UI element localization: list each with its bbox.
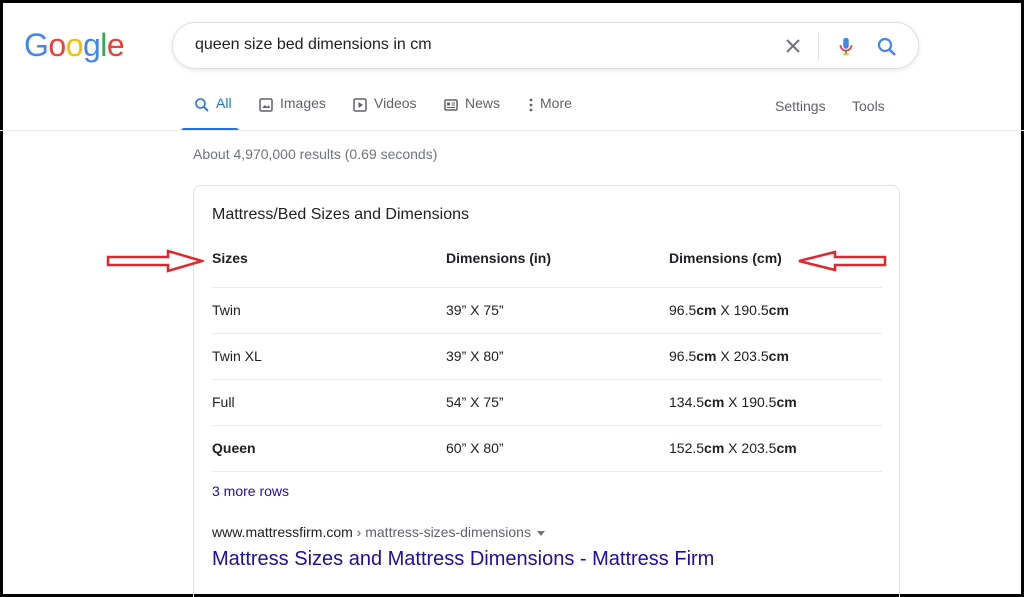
image-icon: [259, 98, 273, 112]
result-path: › mattress-sizes-dimensions: [352, 524, 531, 540]
inches-cell: 60” X 80”: [446, 440, 504, 456]
cm-cell: 96.5cm X 203.5cm: [669, 348, 789, 364]
annotation-arrow-left-icon: [798, 250, 887, 272]
cm-cell: 134.5cm X 190.5cm: [669, 394, 797, 410]
size-cell: Twin: [212, 302, 241, 318]
annotation-arrow-right-icon: [106, 249, 204, 273]
logo-letter: g: [82, 27, 101, 63]
result-url[interactable]: www.mattressfirm.com › mattress-sizes-di…: [212, 524, 545, 540]
header-divider: [0, 130, 1024, 131]
search-icon: [195, 98, 209, 112]
more-vert-icon: [529, 98, 533, 112]
tab-news[interactable]: News: [443, 95, 500, 131]
result-title-link[interactable]: Mattress Sizes and Mattress Dimensions -…: [212, 548, 714, 571]
google-logo[interactable]: Google: [24, 27, 125, 64]
result-stats: About 4,970,000 results (0.69 seconds): [193, 146, 438, 162]
more-rows-link[interactable]: 3 more rows: [212, 483, 289, 499]
table-header-row: Sizes Dimensions (in) Dimensions (cm): [212, 242, 882, 288]
tab-label: All: [216, 95, 232, 111]
inches-cell: 54” X 75”: [446, 394, 504, 410]
logo-letter: o: [65, 27, 84, 63]
search-input[interactable]: queen size bed dimensions in cm: [195, 36, 432, 54]
clear-icon[interactable]: [781, 34, 805, 58]
logo-letter: e: [106, 27, 125, 63]
tab-images[interactable]: Images: [258, 95, 326, 131]
video-icon: [353, 98, 367, 112]
featured-snippet: Mattress/Bed Sizes and Dimensions Sizes …: [193, 185, 900, 597]
cm-cell: 152.5cm X 203.5cm: [669, 440, 797, 456]
tab-label: Images: [280, 95, 326, 111]
inches-cell: 39” X 80”: [446, 348, 504, 364]
search-divider: [818, 33, 819, 61]
snippet-title: Mattress/Bed Sizes and Dimensions: [212, 206, 469, 223]
sizes-table: Sizes Dimensions (in) Dimensions (cm) Tw…: [212, 242, 882, 472]
cm-cell: 96.5cm X 190.5cm: [669, 302, 789, 318]
tab-label: Videos: [374, 95, 417, 111]
table-row: Full 54” X 75” 134.5cm X 190.5cm: [212, 380, 882, 426]
table-row: Twin 39” X 75” 96.5cm X 190.5cm: [212, 288, 882, 334]
settings-link[interactable]: Settings: [775, 98, 826, 114]
search-icon[interactable]: [875, 35, 899, 59]
size-cell: Twin XL: [212, 348, 262, 364]
tab-label: News: [465, 95, 501, 111]
result-domain: www.mattressfirm.com: [212, 524, 353, 540]
size-cell: Full: [212, 394, 235, 410]
dropdown-caret-icon[interactable]: [536, 530, 545, 536]
size-cell: Queen: [212, 440, 256, 456]
news-icon: [444, 99, 458, 111]
inches-cell: 39” X 75”: [446, 302, 504, 318]
column-header: Sizes: [212, 250, 248, 266]
table-row: Queen 60” X 80” 152.5cm X 203.5cm: [212, 426, 882, 472]
logo-letter: o: [48, 27, 66, 63]
logo-letter: l: [100, 27, 107, 63]
search-box[interactable]: queen size bed dimensions in cm: [172, 22, 919, 69]
table-row: Twin XL 39” X 80” 96.5cm X 203.5cm: [212, 334, 882, 380]
column-header: Dimensions (cm): [669, 250, 782, 266]
logo-letter: G: [24, 27, 49, 63]
tools-link[interactable]: Tools: [852, 98, 885, 114]
tab-label: More: [540, 95, 572, 111]
mic-icon[interactable]: [835, 34, 857, 58]
tab-all[interactable]: All: [181, 95, 239, 131]
tab-videos[interactable]: Videos: [352, 95, 417, 131]
tab-more[interactable]: More: [528, 95, 572, 131]
column-header: Dimensions (in): [446, 250, 552, 266]
